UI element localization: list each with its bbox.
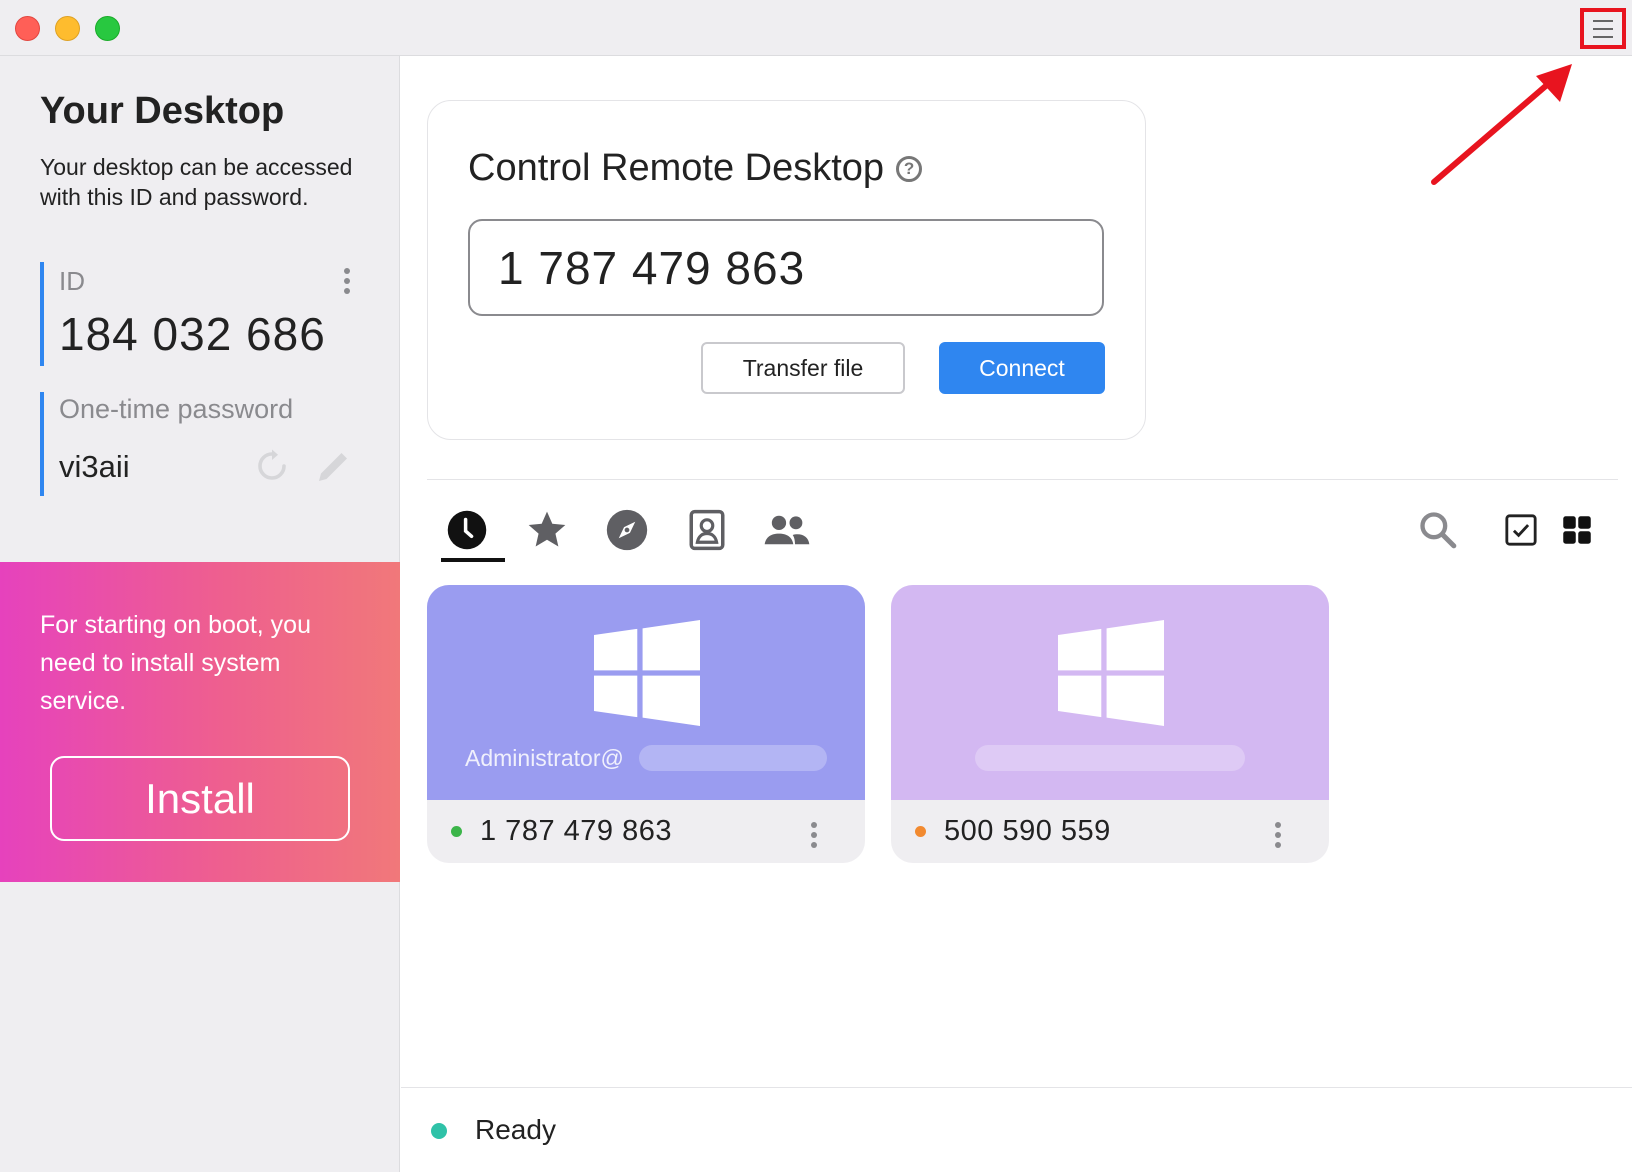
sidebar-title: Your Desktop — [40, 90, 285, 132]
connect-button[interactable]: Connect — [939, 342, 1105, 394]
redacted-hostname — [639, 745, 827, 771]
status-indicator-dot — [431, 1123, 447, 1139]
menu-icon-line — [1593, 27, 1613, 30]
compass-icon — [606, 509, 648, 551]
windows-logo-icon — [1058, 620, 1164, 726]
connect-title-row: Control Remote Desktop ? — [468, 147, 923, 190]
peer-card[interactable]: Administrator@ 1 787 479 863 — [427, 585, 865, 863]
star-icon — [528, 511, 566, 547]
id-label: ID — [59, 266, 85, 296]
edit-password-icon[interactable] — [314, 446, 354, 486]
control-remote-desktop-card: Control Remote Desktop ? Transfer file C… — [427, 100, 1146, 440]
tab-group[interactable] — [755, 500, 819, 560]
peer-card[interactable]: 500 590 559 — [891, 585, 1329, 863]
peer-id: 500 590 559 — [944, 815, 1111, 847]
peer-more-options-icon[interactable] — [811, 822, 817, 848]
grid-view-button[interactable] — [1545, 500, 1609, 560]
peer-card-footer: 1 787 479 863 — [427, 800, 865, 863]
close-window-button[interactable] — [15, 16, 40, 41]
status-text: Ready — [475, 1114, 556, 1145]
sidebar-description: Your desktop can be accessed with this I… — [40, 154, 353, 210]
id-more-options-icon[interactable] — [344, 268, 350, 294]
windows-logo-icon — [594, 620, 700, 726]
search-button[interactable] — [1406, 500, 1470, 560]
minimize-window-button[interactable] — [55, 16, 80, 41]
group-icon — [764, 515, 810, 545]
id-value[interactable]: 184 032 686 — [59, 307, 360, 361]
annotation-arrow-icon — [1431, 64, 1572, 185]
transfer-file-button[interactable]: Transfer file — [701, 342, 905, 394]
sidebar: Your Desktop Your desktop can be accesse… — [0, 56, 400, 1172]
peer-more-options-icon[interactable] — [1275, 822, 1281, 848]
connect-title: Control Remote Desktop — [468, 147, 885, 189]
search-icon — [1420, 512, 1457, 549]
online-status-dot — [451, 826, 462, 837]
section-divider — [427, 479, 1618, 480]
address-book-icon — [689, 509, 725, 551]
install-button[interactable]: Install — [50, 756, 350, 841]
grid-view-icon — [1563, 516, 1591, 544]
password-label: One-time password — [59, 394, 294, 424]
peer-tab-bar — [427, 500, 1618, 564]
remote-id-input[interactable] — [468, 219, 1104, 316]
tab-recent[interactable] — [435, 500, 505, 562]
menu-icon-line — [1593, 35, 1613, 38]
menu-icon-line — [1593, 19, 1613, 22]
peer-card-footer: 500 590 559 — [891, 800, 1329, 863]
install-service-panel: For starting on boot, you need to instal… — [0, 562, 400, 882]
clock-icon — [447, 510, 487, 550]
active-tab-indicator — [441, 558, 505, 562]
password-block: One-time password vi3aii — [40, 392, 360, 496]
checkbox-icon — [1505, 514, 1537, 546]
select-mode-button[interactable] — [1489, 500, 1553, 560]
status-bar: Ready — [401, 1087, 1632, 1172]
id-block: ID 184 032 686 — [40, 262, 360, 366]
title-bar — [0, 0, 1632, 56]
redacted-hostname — [975, 745, 1245, 771]
tab-favorites[interactable] — [515, 500, 579, 560]
tab-discovered[interactable] — [595, 500, 659, 560]
install-message: For starting on boot, you need to instal… — [40, 611, 311, 715]
peer-card-preview[interactable] — [891, 585, 1329, 800]
offline-status-dot — [915, 826, 926, 837]
tab-address-book[interactable] — [675, 500, 739, 560]
peer-card-preview[interactable]: Administrator@ — [427, 585, 865, 800]
help-icon[interactable]: ? — [896, 155, 923, 182]
peer-username: Administrator@ — [465, 745, 624, 771]
refresh-password-icon[interactable] — [254, 448, 290, 484]
maximize-window-button[interactable] — [95, 16, 120, 41]
hamburger-menu-button[interactable] — [1580, 8, 1626, 49]
peer-id: 1 787 479 863 — [480, 815, 672, 847]
